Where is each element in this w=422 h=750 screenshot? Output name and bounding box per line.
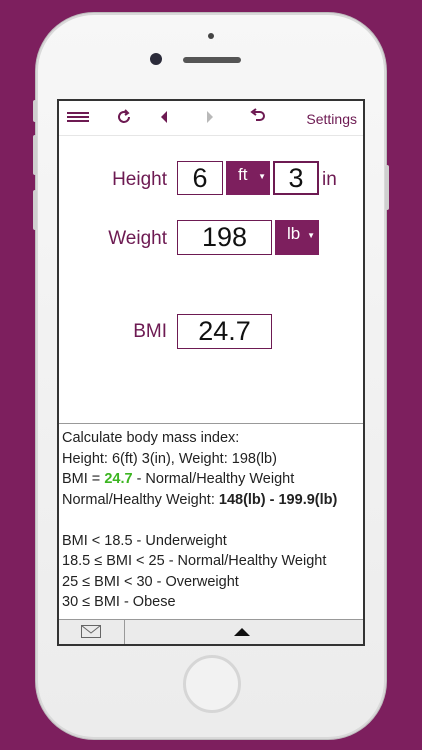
weight-label: Weight (108, 228, 167, 249)
app-screen: Settings Height 6 ft ▼ 3 in Weight 198 l… (57, 99, 365, 646)
bmi-highlight-value: 24.7 (104, 471, 133, 487)
bmi-category: - Normal/Healthy Weight (132, 471, 295, 487)
undo-icon[interactable] (249, 108, 267, 129)
info-title: Calculate body mass index: (62, 430, 240, 446)
volume-down-button (33, 135, 37, 175)
height-feet-input[interactable]: 6 (177, 161, 223, 195)
bottom-bar (59, 619, 363, 644)
dropdown-caret-icon: ▼ (258, 172, 266, 181)
category-underweight: BMI < 18.5 - Underweight (62, 532, 227, 549)
bmi-result-field: 24.7 (177, 314, 272, 349)
weight-unit-dropdown[interactable]: lb ▼ (275, 220, 319, 255)
category-overweight: 25 ≤ BMI < 30 - Overweight (62, 573, 239, 590)
height-unit-label: ft (238, 165, 248, 184)
weight-input[interactable]: 198 (177, 220, 272, 255)
height-unit-dropdown[interactable]: ft ▼ (226, 161, 270, 195)
mail-icon (81, 625, 101, 638)
forward-icon[interactable] (205, 110, 215, 129)
range-value: 148(lb) - 199.9(lb) (218, 491, 338, 508)
sensor-dot (208, 33, 214, 39)
mute-button (33, 190, 37, 230)
power-button (385, 165, 389, 210)
back-icon[interactable] (159, 110, 169, 129)
height-label: Height (112, 169, 167, 190)
toolbar: Settings (59, 101, 363, 136)
menu-icon[interactable] (67, 112, 89, 122)
info-healthy-range: Normal/Healthy Weight: 148(lb) - 199.9(l… (62, 490, 363, 511)
volume-up-button (33, 100, 37, 122)
bmi-prefix: BMI = (62, 471, 105, 487)
weight-unit-label: lb (287, 224, 301, 243)
range-prefix: Normal/Healthy Weight: (62, 491, 219, 508)
height-inches-input[interactable]: 3 (273, 161, 319, 195)
info-bmi-result: BMI = 24.7 - Normal/Healthy Weight (62, 469, 363, 490)
height-inches-unit: in (322, 169, 337, 190)
mail-button[interactable] (59, 620, 125, 644)
front-camera (150, 53, 162, 65)
expand-up-icon[interactable] (234, 628, 250, 636)
bmi-label: BMI (133, 321, 167, 342)
home-button[interactable] (183, 655, 241, 713)
category-obese: 30 ≤ BMI - Obese (62, 594, 176, 610)
settings-button[interactable]: Settings (306, 111, 357, 127)
info-summary: Height: 6(ft) 3(in), Weight: 198(lb) (62, 450, 277, 467)
earpiece-speaker (183, 57, 241, 63)
category-normal: 18.5 ≤ BMI < 25 - Normal/Healthy Weight (62, 553, 327, 569)
info-panel: Calculate body mass index: Height: 6(ft)… (59, 423, 363, 620)
refresh-icon[interactable] (115, 108, 133, 131)
dropdown-caret-icon: ▼ (307, 231, 315, 240)
